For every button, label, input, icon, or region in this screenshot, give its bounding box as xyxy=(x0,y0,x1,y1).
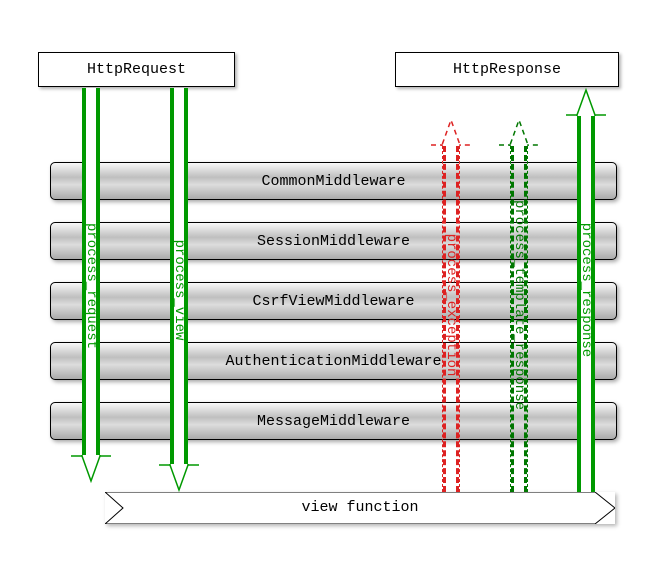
middleware-label: MessageMiddleware xyxy=(257,413,410,430)
process-view-arrow: process_view xyxy=(158,88,200,492)
http-response-box: HttpResponse xyxy=(395,52,619,87)
arrow-label: process_request xyxy=(83,222,99,348)
http-response-label: HttpResponse xyxy=(453,61,561,78)
middleware-diagram: HttpRequest HttpResponse CommonMiddlewar… xyxy=(0,0,658,578)
process-response-arrow: process_response xyxy=(565,88,607,492)
process-exception-arrow: process_exception xyxy=(430,118,472,492)
view-function-ribbon: view function xyxy=(105,492,615,524)
middleware-label: CsrfViewMiddleware xyxy=(252,293,414,310)
view-function-label: view function xyxy=(105,499,615,516)
process-request-arrow: process_request xyxy=(70,88,112,483)
middleware-label: AuthenticationMiddleware xyxy=(225,353,441,370)
arrow-label: process_response xyxy=(578,223,594,357)
http-request-box: HttpRequest xyxy=(38,52,235,87)
arrow-label: process_exception xyxy=(443,234,459,377)
middleware-label: CommonMiddleware xyxy=(261,173,405,190)
arrow-label: process_view xyxy=(171,240,187,341)
process-template-response-arrow: process_template_response xyxy=(498,118,540,492)
middleware-label: SessionMiddleware xyxy=(257,233,410,250)
arrow-label: process_template_response xyxy=(511,200,527,410)
http-request-label: HttpRequest xyxy=(87,61,186,78)
